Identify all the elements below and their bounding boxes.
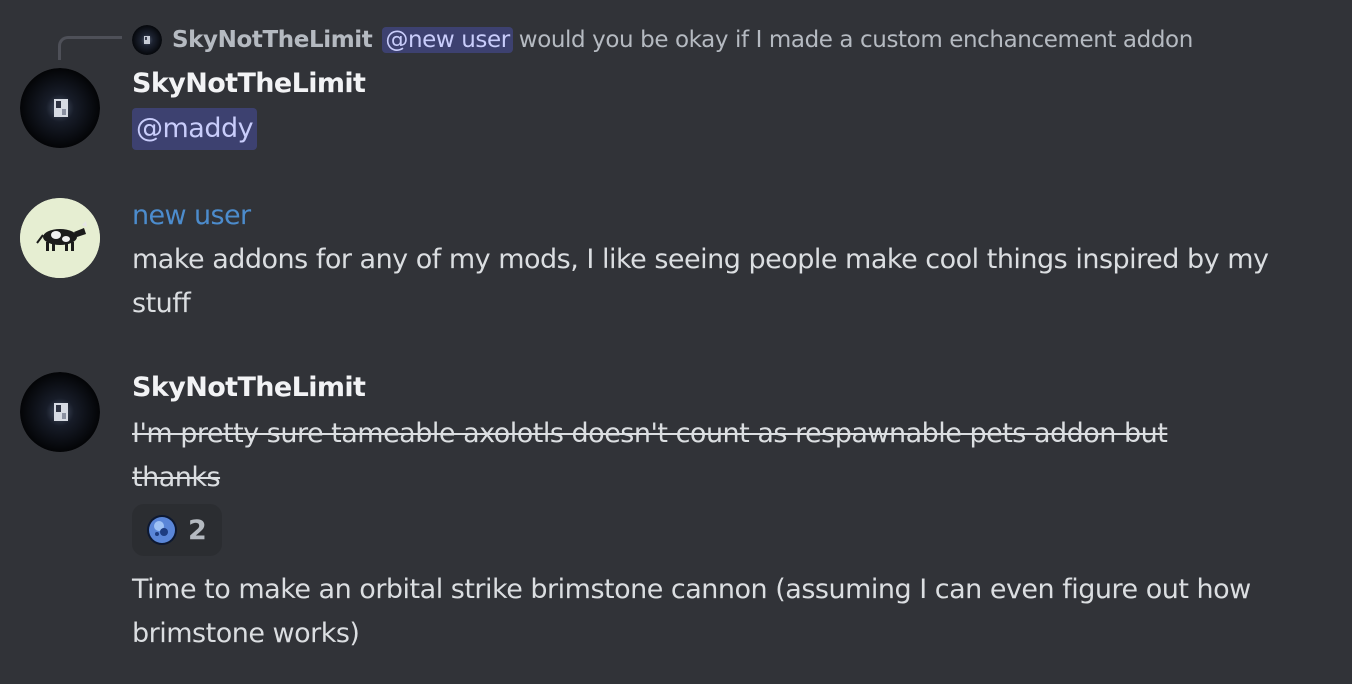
reply-mention[interactable]: @new user: [382, 27, 513, 53]
message-content: make addons for any of my mods, I like s…: [132, 244, 1269, 319]
message-author[interactable]: new user: [132, 196, 251, 236]
message-content: Time to make an orbital strike brimstone…: [132, 574, 1251, 649]
message-author[interactable]: SkyNotTheLimit: [132, 64, 366, 104]
reply-author[interactable]: SkyNotTheLimit: [172, 27, 373, 53]
chat-log: SkyNotTheLimit @new user would you be ok…: [0, 0, 1352, 684]
message-author[interactable]: SkyNotTheLimit: [132, 368, 366, 408]
avatar-skynotthelimit[interactable]: [20, 372, 100, 452]
reply-avatar-icon[interactable]: [132, 25, 162, 55]
reply-text[interactable]: would you be okay if I made a custom enc…: [519, 27, 1193, 53]
reply-connector: [58, 36, 122, 60]
reaction-button[interactable]: 2: [132, 504, 222, 556]
user-mention[interactable]: @maddy: [132, 108, 258, 150]
avatar-skynotthelimit[interactable]: [20, 68, 100, 148]
reply-preview[interactable]: SkyNotTheLimit @new user would you be ok…: [132, 22, 1193, 58]
avatar-new-user[interactable]: [20, 198, 100, 278]
message-content-strikethrough: I'm pretty sure tameable axolotls doesn'…: [132, 418, 1168, 493]
message-content: @maddy: [132, 107, 1302, 151]
orb-emoji-icon: [147, 515, 177, 545]
reaction-count: 2: [188, 514, 207, 546]
